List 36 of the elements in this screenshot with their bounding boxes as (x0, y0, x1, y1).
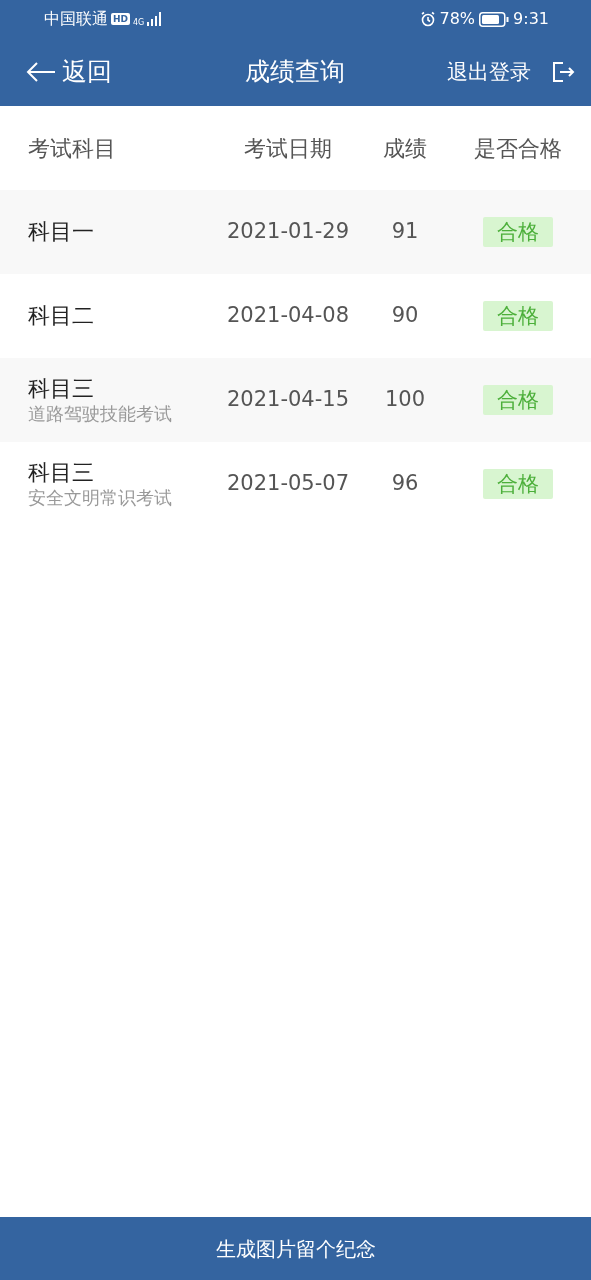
page-title: 成绩查询 (244, 56, 346, 89)
logout-button[interactable]: 退出登录 (447, 57, 575, 87)
signal-icon (147, 12, 164, 26)
clock-time: 9:31 (513, 8, 549, 30)
logout-icon (551, 60, 575, 84)
subject-name: 科目二 (28, 302, 95, 330)
hd-badge: HD (111, 13, 130, 25)
result-badge: 合格 (482, 385, 553, 415)
exam-date: 2021-04-15 (225, 386, 350, 414)
exam-date: 2021-01-29 (225, 218, 350, 246)
column-header: 考试科目 (27, 134, 117, 163)
result-badge: 合格 (482, 469, 553, 499)
column-header: 成绩 (382, 134, 428, 163)
column-header: 考试日期 (243, 134, 333, 163)
subject-name: 科目三 (28, 375, 95, 403)
exam-score: 91 (390, 218, 420, 246)
subject-note: 道路驾驶技能考试 (28, 403, 173, 425)
column-header: 是否合格 (472, 134, 563, 163)
exam-score: 90 (390, 302, 420, 330)
network-type: 4G (133, 19, 145, 27)
exam-date: 2021-05-07 (225, 470, 350, 498)
subject-name: 科目三 (28, 459, 95, 487)
exam-score: 100 (383, 386, 427, 414)
subject-name: 科目一 (28, 218, 95, 246)
back-arrow-icon (26, 62, 56, 82)
exam-date: 2021-04-08 (225, 302, 350, 330)
battery-percent: 78% (439, 8, 476, 30)
exam-score: 96 (390, 470, 420, 498)
alarm-icon (419, 11, 436, 27)
generate-image-button[interactable]: 生成图片留个纪念 (0, 1217, 591, 1280)
result-badge: 合格 (482, 217, 553, 247)
battery-icon (479, 11, 510, 27)
subject-note: 安全文明常识考试 (28, 487, 173, 509)
carrier-name: 中国联通 (44, 8, 108, 30)
result-badge: 合格 (482, 301, 553, 331)
back-button[interactable]: 返回 (0, 53, 112, 91)
